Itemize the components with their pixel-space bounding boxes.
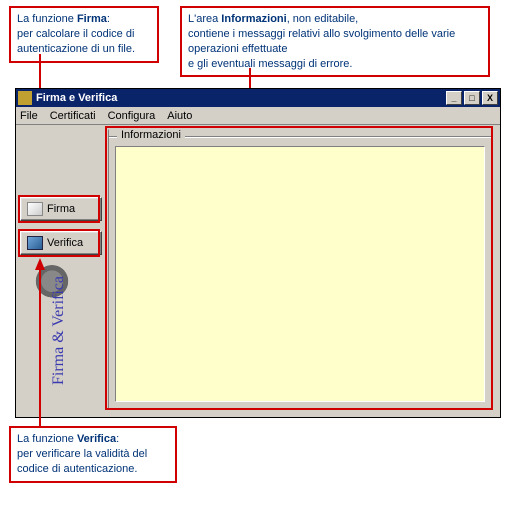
minimize-button[interactable]: _	[446, 91, 462, 105]
informazioni-group: Informazioni	[108, 129, 492, 409]
firma-button-label: Firma	[47, 203, 75, 215]
informazioni-area	[115, 146, 485, 402]
window-title: Firma e Verifica	[36, 92, 117, 104]
maximize-button[interactable]: □	[464, 91, 480, 105]
verifica-button-label: Verifica	[47, 237, 83, 249]
titlebar: Firma e Verifica _ □ X	[16, 89, 500, 107]
app-icon	[18, 91, 32, 105]
sidebar: Firma Verifica Firma & Verifica	[20, 125, 102, 413]
menu-aiuto[interactable]: Aiuto	[167, 110, 192, 122]
menu-configura[interactable]: Configura	[108, 110, 156, 122]
close-button[interactable]: X	[482, 91, 498, 105]
verifica-button[interactable]: Verifica	[20, 231, 102, 255]
callout-verifica: La funzione Verifica: per verificare la …	[9, 426, 177, 483]
vertical-app-label: Firma & Verifica	[50, 276, 68, 385]
menu-file[interactable]: File	[20, 110, 38, 122]
verifica-icon	[27, 236, 43, 250]
menubar: File Certificati Configura Aiuto	[16, 107, 500, 125]
firma-icon	[27, 202, 43, 216]
menu-certificati[interactable]: Certificati	[50, 110, 96, 122]
app-window: Firma e Verifica _ □ X File Certificati …	[15, 88, 501, 418]
callout-informazioni: L'area Informazioni, non editabile, cont…	[180, 6, 490, 77]
firma-button[interactable]: Firma	[20, 197, 102, 221]
callout-firma: La funzione Firma: per calcolare il codi…	[9, 6, 159, 63]
informazioni-legend: Informazioni	[117, 129, 185, 141]
